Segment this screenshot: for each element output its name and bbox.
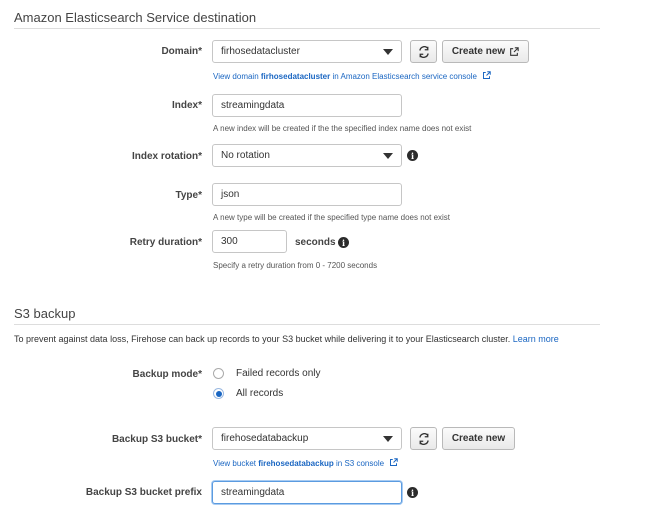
s3-section-title: S3 backup — [14, 306, 76, 321]
backup-bucket-value: firehosedatabackup — [221, 433, 309, 444]
type-hint: A new type will be created if the specif… — [213, 213, 451, 222]
retry-duration-hint: Specify a retry duration from 0 - 7200 s… — [213, 261, 378, 270]
failed-records-label: Failed records only — [236, 368, 321, 379]
bucket-console-link[interactable]: View bucket firehosedatabackup in S3 con… — [213, 458, 399, 468]
es-section-title: Amazon Elasticsearch Service destination — [14, 10, 257, 25]
type-label: Type* — [175, 190, 203, 201]
backup-bucket-select[interactable]: firehosedatabackup — [212, 427, 402, 450]
info-icon[interactable]: i — [407, 487, 418, 498]
index-label: Index* — [171, 100, 202, 111]
type-input[interactable]: json — [212, 183, 402, 206]
external-link-icon — [510, 46, 519, 56]
domain-link-suffix: in Amazon Elasticsearch service console — [330, 72, 477, 81]
retry-duration-label: Retry duration* — [129, 237, 202, 248]
backup-prefix-value: streamingdata — [221, 487, 285, 498]
bucket-link-name: firehosedatabackup — [258, 459, 334, 468]
backup-mode-label: Backup mode* — [132, 369, 202, 380]
s3-section-divider — [14, 324, 600, 325]
external-link-icon — [483, 71, 491, 79]
retry-duration-unit: seconds — [295, 237, 336, 248]
chevron-down-icon — [383, 48, 393, 55]
bucket-refresh-button[interactable] — [410, 427, 437, 450]
index-rotation-value: No rotation — [221, 150, 270, 161]
domain-link-name: firhosedatacluster — [260, 72, 331, 81]
bucket-link-prefix: View bucket — [213, 459, 259, 468]
index-input[interactable]: streamingdata — [212, 94, 402, 117]
failed-records-radio[interactable] — [213, 368, 224, 379]
s3-section-description: To prevent against data loss, Firehose c… — [14, 334, 614, 344]
bucket-create-new-label: Create new — [451, 433, 506, 444]
chevron-down-icon — [383, 435, 393, 442]
domain-select[interactable]: firhosedatacluster — [212, 40, 402, 63]
backup-bucket-label: Backup S3 bucket* — [111, 434, 202, 445]
bucket-create-new-button[interactable]: Create new — [442, 427, 515, 450]
s3-description-text: To prevent against data loss, Firehose c… — [14, 334, 511, 344]
retry-duration-input[interactable]: 300 — [212, 230, 287, 253]
domain-create-new-button[interactable]: Create new — [442, 40, 529, 63]
external-link-icon — [390, 458, 399, 466]
domain-refresh-button[interactable] — [410, 40, 437, 63]
index-input-value: streamingdata — [221, 100, 285, 111]
info-icon[interactable]: i — [338, 237, 349, 248]
domain-console-link[interactable]: View domain firhosedatacluster in Amazon… — [213, 71, 491, 81]
info-icon[interactable]: i — [407, 150, 418, 161]
domain-create-new-label: Create new — [451, 46, 506, 57]
all-records-radio[interactable] — [213, 388, 224, 399]
backup-mode-option-failed[interactable]: Failed records only — [213, 368, 320, 379]
backup-prefix-label: Backup S3 bucket prefix — [85, 487, 202, 498]
all-records-label: All records — [236, 388, 284, 399]
index-hint: A new index will be created if the the s… — [213, 124, 472, 133]
domain-link-prefix: View domain — [213, 72, 261, 81]
retry-duration-value: 300 — [221, 236, 238, 247]
learn-more-link[interactable]: Learn more — [513, 334, 559, 344]
refresh-icon — [418, 45, 429, 58]
backup-mode-option-all[interactable]: All records — [213, 388, 283, 399]
domain-label: Domain* — [161, 46, 202, 57]
es-section-divider — [14, 28, 600, 29]
bucket-link-suffix: in S3 console — [333, 459, 385, 468]
type-input-value: json — [221, 189, 240, 200]
refresh-icon — [418, 432, 429, 445]
index-rotation-label: Index rotation* — [131, 151, 202, 162]
chevron-down-icon — [383, 152, 393, 159]
domain-select-value: firhosedatacluster — [221, 46, 300, 57]
index-rotation-select[interactable]: No rotation — [212, 144, 402, 167]
backup-prefix-input[interactable]: streamingdata — [212, 481, 402, 504]
